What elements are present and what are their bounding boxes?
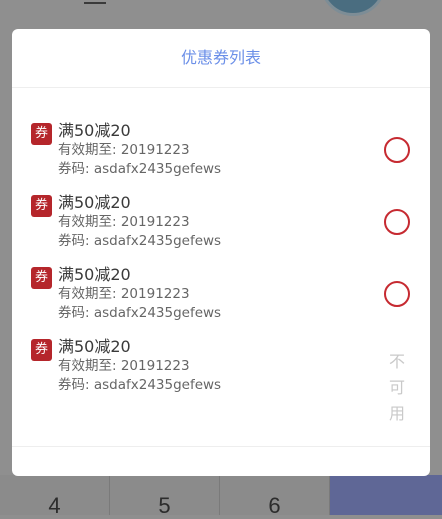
coupon-badge-icon: 券 [31, 339, 52, 361]
coupon-unavailable-label: 不可用 [388, 352, 405, 423]
coupon-badge-icon: 券 [31, 123, 52, 145]
coupon-item: 券 满50减20 有效期至: 20191223 券码: asdafx2435ge… [12, 333, 430, 423]
modal-divider [12, 446, 430, 447]
coupon-info: 满50减20 有效期至: 20191223 券码: asdafx2435gefe… [58, 265, 221, 323]
coupon-modal: 优惠券列表 券 满50减20 有效期至: 20191223 券码: asdafx… [12, 29, 430, 476]
coupon-code: 券码: asdafx2435gefews [58, 161, 222, 177]
coupon-code: 券码: asdafx2435gefews [58, 305, 222, 321]
coupon-radio[interactable] [384, 137, 410, 163]
coupon-name: 满50减20 [58, 121, 131, 140]
coupon-info: 满50减20 有效期至: 20191223 券码: asdafx2435gefe… [58, 121, 221, 179]
coupon-expiry: 有效期至: 20191223 [58, 286, 190, 302]
keypad: 4 5 6 [0, 475, 442, 518]
coupon-expiry: 有效期至: 20191223 [58, 214, 190, 230]
menu-icon [84, 0, 106, 4]
key-4[interactable]: 4 [0, 475, 110, 518]
coupon-item[interactable]: 券 满50减20 有效期至: 20191223 券码: asdafx2435ge… [12, 117, 430, 189]
coupon-code: 券码: asdafx2435gefews [58, 377, 222, 393]
coupon-name: 满50减20 [58, 337, 131, 356]
coupon-radio[interactable] [384, 281, 410, 307]
coupon-list: 券 满50减20 有效期至: 20191223 券码: asdafx2435ge… [12, 117, 430, 423]
key-6[interactable]: 6 [220, 475, 330, 518]
coupon-expiry: 有效期至: 20191223 [58, 142, 190, 158]
coupon-badge-icon: 券 [31, 195, 52, 217]
avatar [320, 0, 386, 16]
coupon-name: 满50减20 [58, 265, 131, 284]
coupon-radio[interactable] [384, 209, 410, 235]
coupon-badge-icon: 券 [31, 267, 52, 289]
key-action[interactable] [330, 475, 442, 515]
coupon-code: 券码: asdafx2435gefews [58, 233, 222, 249]
coupon-info: 满50减20 有效期至: 20191223 券码: asdafx2435gefe… [58, 337, 221, 395]
coupon-expiry: 有效期至: 20191223 [58, 358, 190, 374]
coupon-name: 满50减20 [58, 193, 131, 212]
coupon-item[interactable]: 券 满50减20 有效期至: 20191223 券码: asdafx2435ge… [12, 189, 430, 261]
key-5[interactable]: 5 [110, 475, 220, 518]
coupon-item[interactable]: 券 满50减20 有效期至: 20191223 券码: asdafx2435ge… [12, 261, 430, 333]
modal-title: 优惠券列表 [12, 29, 430, 88]
coupon-info: 满50减20 有效期至: 20191223 券码: asdafx2435gefe… [58, 193, 221, 251]
